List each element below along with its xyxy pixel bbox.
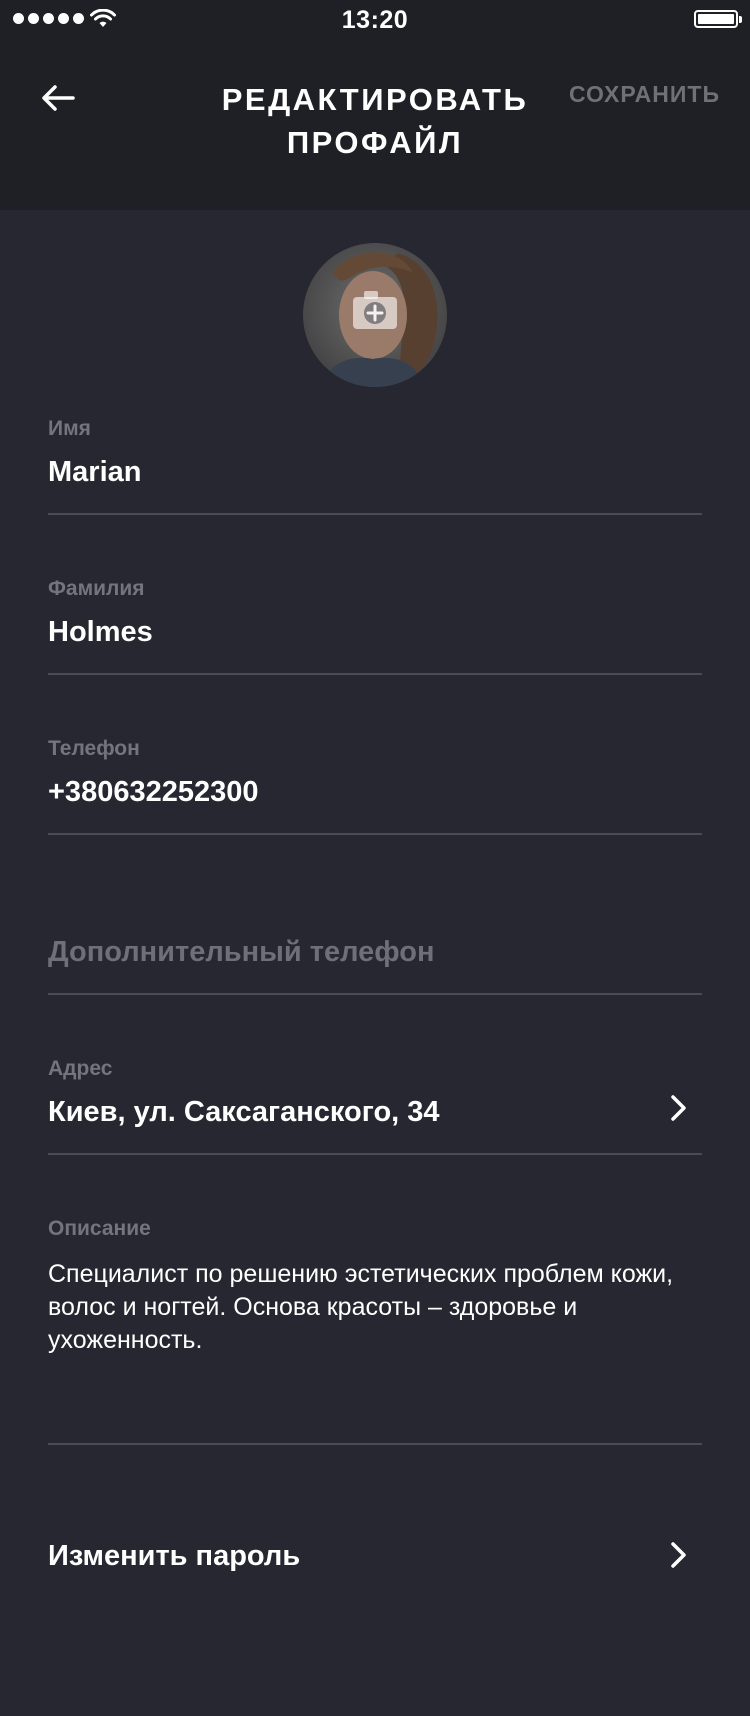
- back-arrow-icon: [42, 85, 75, 111]
- first-name-label: Имя: [48, 417, 91, 440]
- status-bar: 13:20: [0, 0, 750, 40]
- last-name-value[interactable]: Holmes: [48, 616, 153, 649]
- battery-icon: [694, 10, 742, 28]
- phone-label: Телефон: [48, 737, 140, 760]
- divider: [48, 1153, 702, 1155]
- last-name-field[interactable]: Фамилия Holmes: [48, 570, 702, 675]
- first-name-value[interactable]: Marian: [48, 456, 141, 489]
- divider: [48, 1443, 702, 1445]
- divider: [48, 993, 702, 995]
- nav-bar: РЕДАКТИРОВАТЬ ПРОФАЙЛ СОХРАНИТЬ: [0, 40, 750, 210]
- divider: [48, 833, 702, 835]
- avatar[interactable]: [303, 243, 447, 387]
- status-time: 13:20: [341, 6, 409, 34]
- extra-phone-placeholder[interactable]: Дополнительный телефон: [48, 936, 434, 969]
- extra-phone-field[interactable]: Дополнительный телефон: [48, 900, 702, 995]
- change-password-row[interactable]: Изменить пароль: [48, 1530, 702, 1580]
- first-name-field[interactable]: Имя Marian: [48, 410, 702, 515]
- save-button[interactable]: СОХРАНИТЬ: [569, 81, 720, 108]
- divider: [48, 673, 702, 675]
- page-title: РЕДАКТИРОВАТЬ ПРОФАЙЛ: [221, 82, 529, 160]
- back-button[interactable]: [30, 70, 86, 126]
- phone-field[interactable]: Телефон +380632252300: [48, 730, 702, 835]
- last-name-label: Фамилия: [48, 577, 145, 600]
- camera-plus-icon: [303, 243, 447, 387]
- phone-value[interactable]: +380632252300: [48, 776, 258, 809]
- address-field[interactable]: Адрес Киев, ул. Саксаганского, 34: [48, 1050, 702, 1155]
- divider: [48, 513, 702, 515]
- description-value[interactable]: Специалист по решению эстетических пробл…: [48, 1258, 702, 1357]
- address-value[interactable]: Киев, ул. Саксаганского, 34: [48, 1096, 440, 1129]
- change-password-label: Изменить пароль: [48, 1540, 301, 1572]
- chevron-right-icon[interactable]: [666, 1093, 690, 1123]
- chevron-right-icon: [671, 1542, 686, 1568]
- description-field[interactable]: Описание Специалист по решению эстетичес…: [48, 1210, 702, 1445]
- description-label: Описание: [48, 1217, 151, 1240]
- address-label: Адрес: [48, 1057, 113, 1080]
